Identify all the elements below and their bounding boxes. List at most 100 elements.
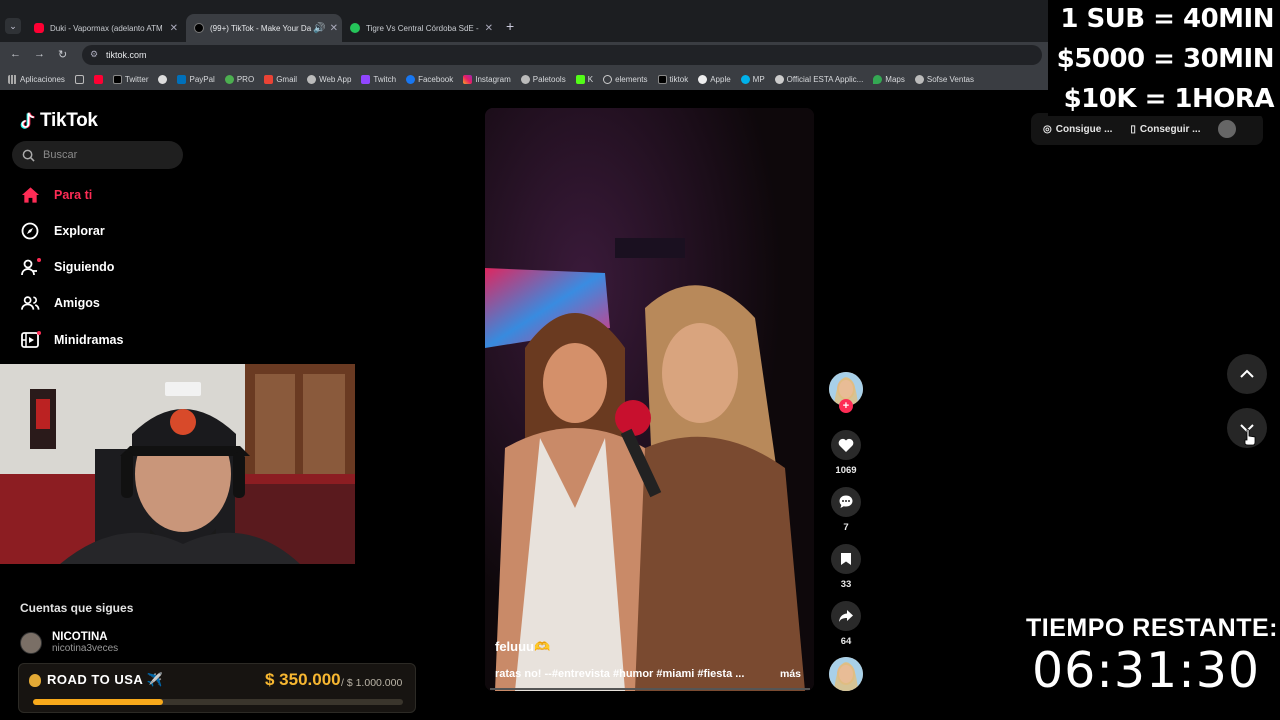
bookmark-apps[interactable]: Aplicaciones [8,74,65,84]
maps-icon [873,74,883,84]
nav-label: Siguiendo [54,260,115,274]
elements-icon [603,74,613,84]
bookmark-label: elements [615,74,648,84]
get-app-button[interactable]: ▯ Conseguir ... [1130,124,1200,135]
close-tab-icon[interactable]: ✕ [326,23,338,34]
sound-avatar[interactable] [829,657,863,691]
notification-dot [37,258,41,262]
top-right-actions: ◎ Consigue ... ▯ Conseguir ... [1031,113,1263,145]
bookmark-apple[interactable]: Apple [698,74,731,84]
followed-account[interactable]: NICOTINA nicotina3veces [20,631,118,654]
tab-search-chevron-icon[interactable]: ⌄ [5,18,21,34]
video-progress-track[interactable] [490,688,810,690]
bookmark-esta[interactable]: Official ESTA Applic... [774,74,863,84]
nav-siguiendo[interactable]: Siguiendo [20,255,114,279]
youtube-icon [34,23,44,33]
video-frame [485,108,814,691]
bookmark-twitch[interactable]: Twitch [361,74,396,84]
video-caption: ratas no! --#entrevista #humor #miami #f… [495,668,745,680]
account-handle: nicotina3veces [52,643,119,654]
bookmark-tiktok[interactable]: tiktok [657,74,688,84]
profile-avatar[interactable] [1218,120,1237,138]
tab-tiktok[interactable]: (99+) TikTok - Make Your Da 🔊 ✕ [186,14,342,42]
bookmark-gmail[interactable]: Gmail [264,74,297,84]
friends-icon [20,293,40,313]
bookmark-label: Sofse Ventas [926,74,975,84]
comment-action[interactable]: 7 [827,487,865,533]
follow-plus-button[interactable]: + [839,399,853,413]
webcam-feed [0,364,355,564]
tiktok-icon [194,23,204,33]
tab-youtube[interactable]: Duki - Vapormax (adelanto ATM ✕ [26,14,186,42]
share-icon[interactable] [831,601,861,631]
coin-icon: ◎ [1043,123,1052,135]
site-settings-icon[interactable]: ⚙ [90,49,98,60]
tiktok-logo[interactable]: TikTok [18,110,98,132]
bookmark-icon[interactable] [831,544,861,574]
pro-icon [224,74,234,84]
search-input[interactable]: Buscar [12,141,183,169]
tab-match[interactable]: Tigre Vs Central Córdoba SdE - ✕ [342,14,498,42]
bookmark-maps[interactable]: Maps [873,74,905,84]
goal-total: / $ 1.000.000 [341,677,403,689]
bookmark-mp[interactable]: MP [740,74,765,84]
previous-video-button[interactable] [1227,354,1267,394]
heart-icon[interactable] [831,430,861,460]
avatar [20,631,42,654]
bookmark-facebook[interactable]: Facebook [406,74,453,84]
bookmark-label: Twitter [124,74,149,84]
bookmark-instagram[interactable]: Instagram [463,74,511,84]
stream-subathon-overlay: 1 SUB = 40MIN $5000 = 30MIN $10K = 1HORA [1048,0,1280,116]
mouse-cursor-icon [1244,429,1256,446]
bookmark-elements[interactable]: elements [603,74,648,84]
close-tab-icon[interactable]: ✕ [479,23,493,34]
money-bag-icon [29,673,41,687]
bookmark-k[interactable]: K [575,74,593,84]
save-action[interactable]: 33 [827,544,865,590]
speaker-icon[interactable]: 🔊 [311,23,325,34]
nav-para-ti[interactable]: Para ti [20,183,92,207]
bookmark-sofse[interactable]: Sofse Ventas [914,74,975,84]
kick-icon [575,74,585,84]
url-field[interactable]: ⚙ tiktok.com [82,45,1042,65]
new-tab-button[interactable]: + [506,18,514,34]
bookmark-label: Aplicaciones [20,74,65,84]
comment-icon[interactable] [831,487,861,517]
bookmark-label: PRO [236,74,255,84]
share-action[interactable]: 64 [827,601,865,647]
video-author[interactable]: feluuu🫶 [495,639,550,655]
bookmark-paletools[interactable]: Paletools [520,74,566,84]
nav-minidramas[interactable]: Minidramas [20,328,123,352]
caption-more-button[interactable]: más [780,668,801,680]
bookmark-paypal[interactable]: PayPal [177,74,215,84]
bookmark-label: Instagram [475,74,511,84]
bookmark-pro[interactable]: PRO [224,74,255,84]
subathon-rule-1: 1 SUB = 40MIN [1060,4,1274,34]
address-bar-row: ← → ↻ ⚙ tiktok.com [0,42,1050,68]
phone-icon: ▯ [1130,123,1136,135]
close-tab-icon[interactable]: ✕ [164,23,178,34]
goal-progress-fill [33,699,163,705]
forward-icon[interactable]: → [34,48,45,60]
get-coins-button[interactable]: ◎ Consigue ... [1043,124,1112,135]
video-player[interactable]: feluuu🫶 ratas no! --#entrevista #humor #… [485,108,814,691]
bookmark-label: Paletools [532,74,566,84]
bookmark-twitter[interactable]: Twitter [112,74,149,84]
following-header: Cuentas que sigues [20,601,134,615]
nav-explorar[interactable]: Explorar [20,219,105,243]
camera-icon [158,74,168,84]
bookmarks-bar: Aplicaciones Twitter PayPal PRO Gmail We… [0,68,1050,90]
like-action[interactable]: 1069 [827,430,865,476]
back-icon[interactable]: ← [10,48,21,60]
nav-amigos[interactable]: Amigos [20,291,100,315]
bookmark-webapp[interactable]: Web App [307,74,351,84]
timer-value: 06:31:30 [1032,642,1261,699]
bookmark-grid[interactable] [74,74,84,84]
btn-label: Consigue ... [1055,123,1113,135]
btn-label: Conseguir ... [1139,123,1201,135]
bookmark-camera[interactable] [158,74,168,84]
reload-icon[interactable]: ↻ [58,48,67,61]
save-count: 33 [840,579,852,590]
webcam-image [0,364,355,564]
bookmark-youtube[interactable] [93,74,103,84]
